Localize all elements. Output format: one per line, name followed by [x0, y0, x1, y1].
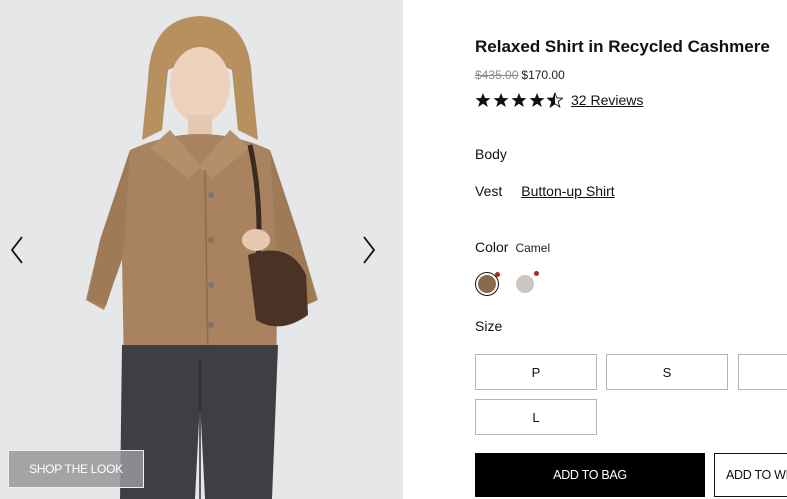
chevron-left-icon [10, 236, 23, 264]
rating-row: 32 Reviews [475, 92, 643, 108]
sale-price: $170.00 [521, 68, 565, 82]
shop-the-look-button[interactable]: SHOP THE LOOK [8, 450, 144, 488]
body-label: Body [475, 146, 507, 162]
swatch-indicator-dot [495, 272, 500, 277]
add-to-wishlist-button[interactable]: ADD TO WIS [714, 453, 787, 497]
size-label: Size [475, 318, 503, 334]
add-to-bag-button[interactable]: ADD TO BAG [475, 453, 705, 497]
star-icon [547, 92, 563, 108]
product-image-gallery: SHOP THE LOOK [0, 0, 403, 499]
color-swatch-light-grey[interactable] [513, 271, 539, 296]
original-price: $435.00 [475, 68, 519, 82]
body-option-vest[interactable]: Vest [475, 183, 502, 199]
size-option-p[interactable]: P [475, 354, 597, 390]
star-icon [511, 93, 527, 107]
swatch-indicator-dot [534, 271, 539, 276]
body-options: Vest Button-up Shirt [475, 183, 615, 199]
color-label: Color [475, 239, 509, 255]
star-icon [493, 93, 509, 107]
product-details: Relaxed Shirt in Recycled Cashmere $435.… [475, 0, 787, 499]
star-icon [475, 93, 491, 107]
product-photo [0, 0, 403, 499]
color-row: Color Camel [475, 239, 550, 255]
color-swatch-camel[interactable] [475, 272, 500, 296]
chevron-right-icon [363, 236, 376, 264]
size-option-m[interactable] [738, 354, 787, 390]
color-swatches [475, 271, 539, 296]
star-rating [475, 92, 563, 108]
reviews-link[interactable]: 32 Reviews [571, 92, 643, 108]
size-option-s[interactable]: S [606, 354, 728, 390]
swatch-fill [478, 275, 496, 293]
color-selected-name: Camel [515, 241, 551, 255]
previous-image-button[interactable] [10, 236, 40, 272]
body-option-button-up-shirt[interactable]: Button-up Shirt [521, 183, 614, 199]
star-icon [529, 93, 545, 107]
size-option-l[interactable]: L [475, 399, 597, 435]
product-title: Relaxed Shirt in Recycled Cashmere [475, 37, 770, 56]
next-image-button[interactable] [362, 236, 392, 272]
swatch-fill [516, 275, 534, 293]
price: $435.00 $170.00 [475, 68, 565, 82]
